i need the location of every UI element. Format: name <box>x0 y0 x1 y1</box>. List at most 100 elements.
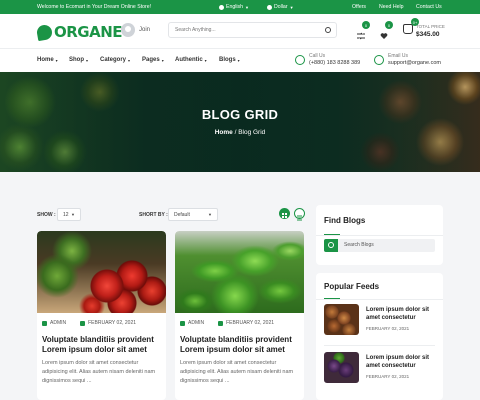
feed-thumbnail[interactable] <box>324 304 359 335</box>
currency-label: Dollar <box>274 4 288 10</box>
sort-value: Default <box>174 211 190 218</box>
sort-select[interactable]: Default ▼ <box>168 208 218 221</box>
header: ORGANE Join 0 0 0+ TOTAL PRICE $345.00 <box>0 14 480 48</box>
chevron-down-icon: ▾ <box>128 57 131 63</box>
chevron-down-icon: ▼ <box>208 212 212 217</box>
logo[interactable]: ORGANE <box>35 23 123 41</box>
post-date: FEBRUARY 02, 2021 <box>226 320 275 326</box>
breadcrumb: Home / Blog Grid <box>0 129 480 136</box>
divider <box>324 345 435 346</box>
join-link[interactable]: Join <box>121 23 150 37</box>
nav-label: Pages <box>142 57 160 63</box>
post-title[interactable]: Voluptate blanditiis provident Lorem ips… <box>42 335 164 355</box>
page-banner: BLOG GRID Home / Blog Grid <box>0 72 480 172</box>
feed-thumbnail[interactable] <box>324 352 359 383</box>
page-title: BLOG GRID <box>201 107 279 122</box>
wishlist-count-badge: 0 <box>385 21 393 29</box>
breadcrumb-home-link[interactable]: Home <box>215 129 233 136</box>
banner-overlay <box>0 72 480 172</box>
user-icon <box>42 320 47 326</box>
leaf-logo-icon <box>35 23 54 41</box>
total-price-value: $345.00 <box>416 31 440 38</box>
breadcrumb-separator: / <box>234 129 237 136</box>
nav-item-category[interactable]: Category ▾ <box>100 57 130 63</box>
post-excerpt: Lorem ipsum dolor sit amet consectetur a… <box>42 360 156 384</box>
feed-item[interactable]: Lorem ipsum dolor sit amet consectetur F… <box>324 352 439 384</box>
post-author: ADMIN <box>50 320 67 326</box>
chevron-down-icon: ▼ <box>245 4 249 10</box>
need-help-link[interactable]: Need Help <box>379 4 404 10</box>
currency-selector[interactable]: Dollar ▼ <box>267 4 294 10</box>
nav-item-authentic[interactable]: Authentic ▾ <box>175 57 207 63</box>
nav-label: Category <box>100 57 127 63</box>
compare-button[interactable]: 0 <box>357 21 370 40</box>
grid-view-button[interactable] <box>279 208 290 219</box>
divider <box>316 235 443 236</box>
offers-link[interactable]: Offers <box>352 4 366 10</box>
nav-item-shop[interactable]: Shop ▾ <box>69 57 88 63</box>
contact-us-link[interactable]: Contact Us <box>416 4 442 10</box>
feed-title[interactable]: Lorem ipsum dolor sit amet consectetur <box>366 354 444 370</box>
call-label: Call Us <box>309 53 326 59</box>
call-value: (+880) 183 8288 389 <box>309 60 361 66</box>
search-bar <box>168 22 337 38</box>
sort-label: SHORT BY : <box>139 212 168 218</box>
nav-label: Home <box>37 57 54 63</box>
feed-title[interactable]: Lorem ipsum dolor sit amet consectetur <box>366 306 444 322</box>
join-label: Join <box>139 27 151 33</box>
search-icon[interactable] <box>325 27 331 33</box>
call-us[interactable]: Call Us (+880) 183 8288 389 <box>295 53 360 66</box>
total-price-label: TOTAL PRICE <box>416 24 445 29</box>
find-blogs-widget: Find Blogs <box>316 205 443 265</box>
post-author: ADMIN <box>188 320 205 326</box>
main-nav: Home ▾ Shop ▾ Category ▾ Pages ▾ Authentic ▾ … <box>0 48 480 72</box>
email-label: Email Us <box>388 53 409 59</box>
widget-title: Find Blogs <box>324 216 366 225</box>
shuffle-icon <box>357 32 365 40</box>
show-count-select[interactable]: 12 ▼ <box>57 208 81 221</box>
blog-search-bar <box>324 239 435 252</box>
nav-item-home[interactable]: Home ▾ <box>37 57 58 63</box>
nav-label: Shop <box>69 57 84 63</box>
nav-label: Blogs <box>219 57 236 63</box>
welcome-text: Welcome to Ecomart in Your Dream Online … <box>37 4 152 10</box>
blog-image-spinach[interactable] <box>175 231 304 313</box>
nav-label: Authentic <box>175 57 203 63</box>
nav-item-pages[interactable]: Pages ▾ <box>142 57 164 63</box>
user-avatar-icon <box>121 23 135 37</box>
blog-card[interactable]: ADMIN FEBRUARY 02, 2021 Voluptate blandi… <box>37 231 166 400</box>
wishlist-button[interactable]: 0 <box>380 21 393 39</box>
show-label: SHOW : <box>37 212 56 218</box>
email-us[interactable]: Email Us support@organe.com <box>374 53 441 66</box>
top-bar: Welcome to Ecomart in Your Dream Online … <box>0 0 480 14</box>
blog-image-tomatoes[interactable] <box>37 231 166 313</box>
user-icon <box>180 320 185 326</box>
list-view-button[interactable] <box>294 208 305 221</box>
feed-date: FEBRUARY 02, 2021 <box>366 326 410 331</box>
chevron-down-icon: ▾ <box>161 57 164 63</box>
post-date: FEBRUARY 02, 2021 <box>88 320 137 326</box>
post-excerpt: Lorem ipsum dolor sit amet consectetur a… <box>180 360 294 384</box>
grid-icon <box>282 213 287 218</box>
post-title[interactable]: Voluptate blanditiis provident Lorem ips… <box>180 335 302 355</box>
nav-item-blogs[interactable]: Blogs ▾ <box>219 57 240 63</box>
at-sign-icon <box>374 54 384 65</box>
search-input[interactable] <box>175 27 325 33</box>
feed-date: FEBRUARY 02, 2021 <box>366 374 410 379</box>
chevron-down-icon: ▼ <box>71 212 75 217</box>
calendar-icon <box>80 320 86 326</box>
popular-feeds-widget: Popular Feeds Lorem ipsum dolor sit amet… <box>316 273 443 400</box>
blog-search-input[interactable] <box>344 242 429 248</box>
feed-item[interactable]: Lorem ipsum dolor sit amet consectetur F… <box>324 304 439 336</box>
logo-text: ORGANE <box>54 23 123 41</box>
search-icon[interactable] <box>324 239 338 252</box>
email-value: support@organe.com <box>388 60 441 66</box>
chevron-down-icon: ▾ <box>237 57 240 63</box>
calendar-icon <box>218 320 224 326</box>
language-selector[interactable]: English ▼ <box>219 4 249 10</box>
phone-icon <box>295 54 305 65</box>
post-meta: ADMIN FEBRUARY 02, 2021 <box>42 320 136 326</box>
list-icon <box>297 215 302 221</box>
blog-card[interactable]: ADMIN FEBRUARY 02, 2021 Voluptate blandi… <box>175 231 304 400</box>
breadcrumb-current: Blog Grid <box>238 129 266 136</box>
